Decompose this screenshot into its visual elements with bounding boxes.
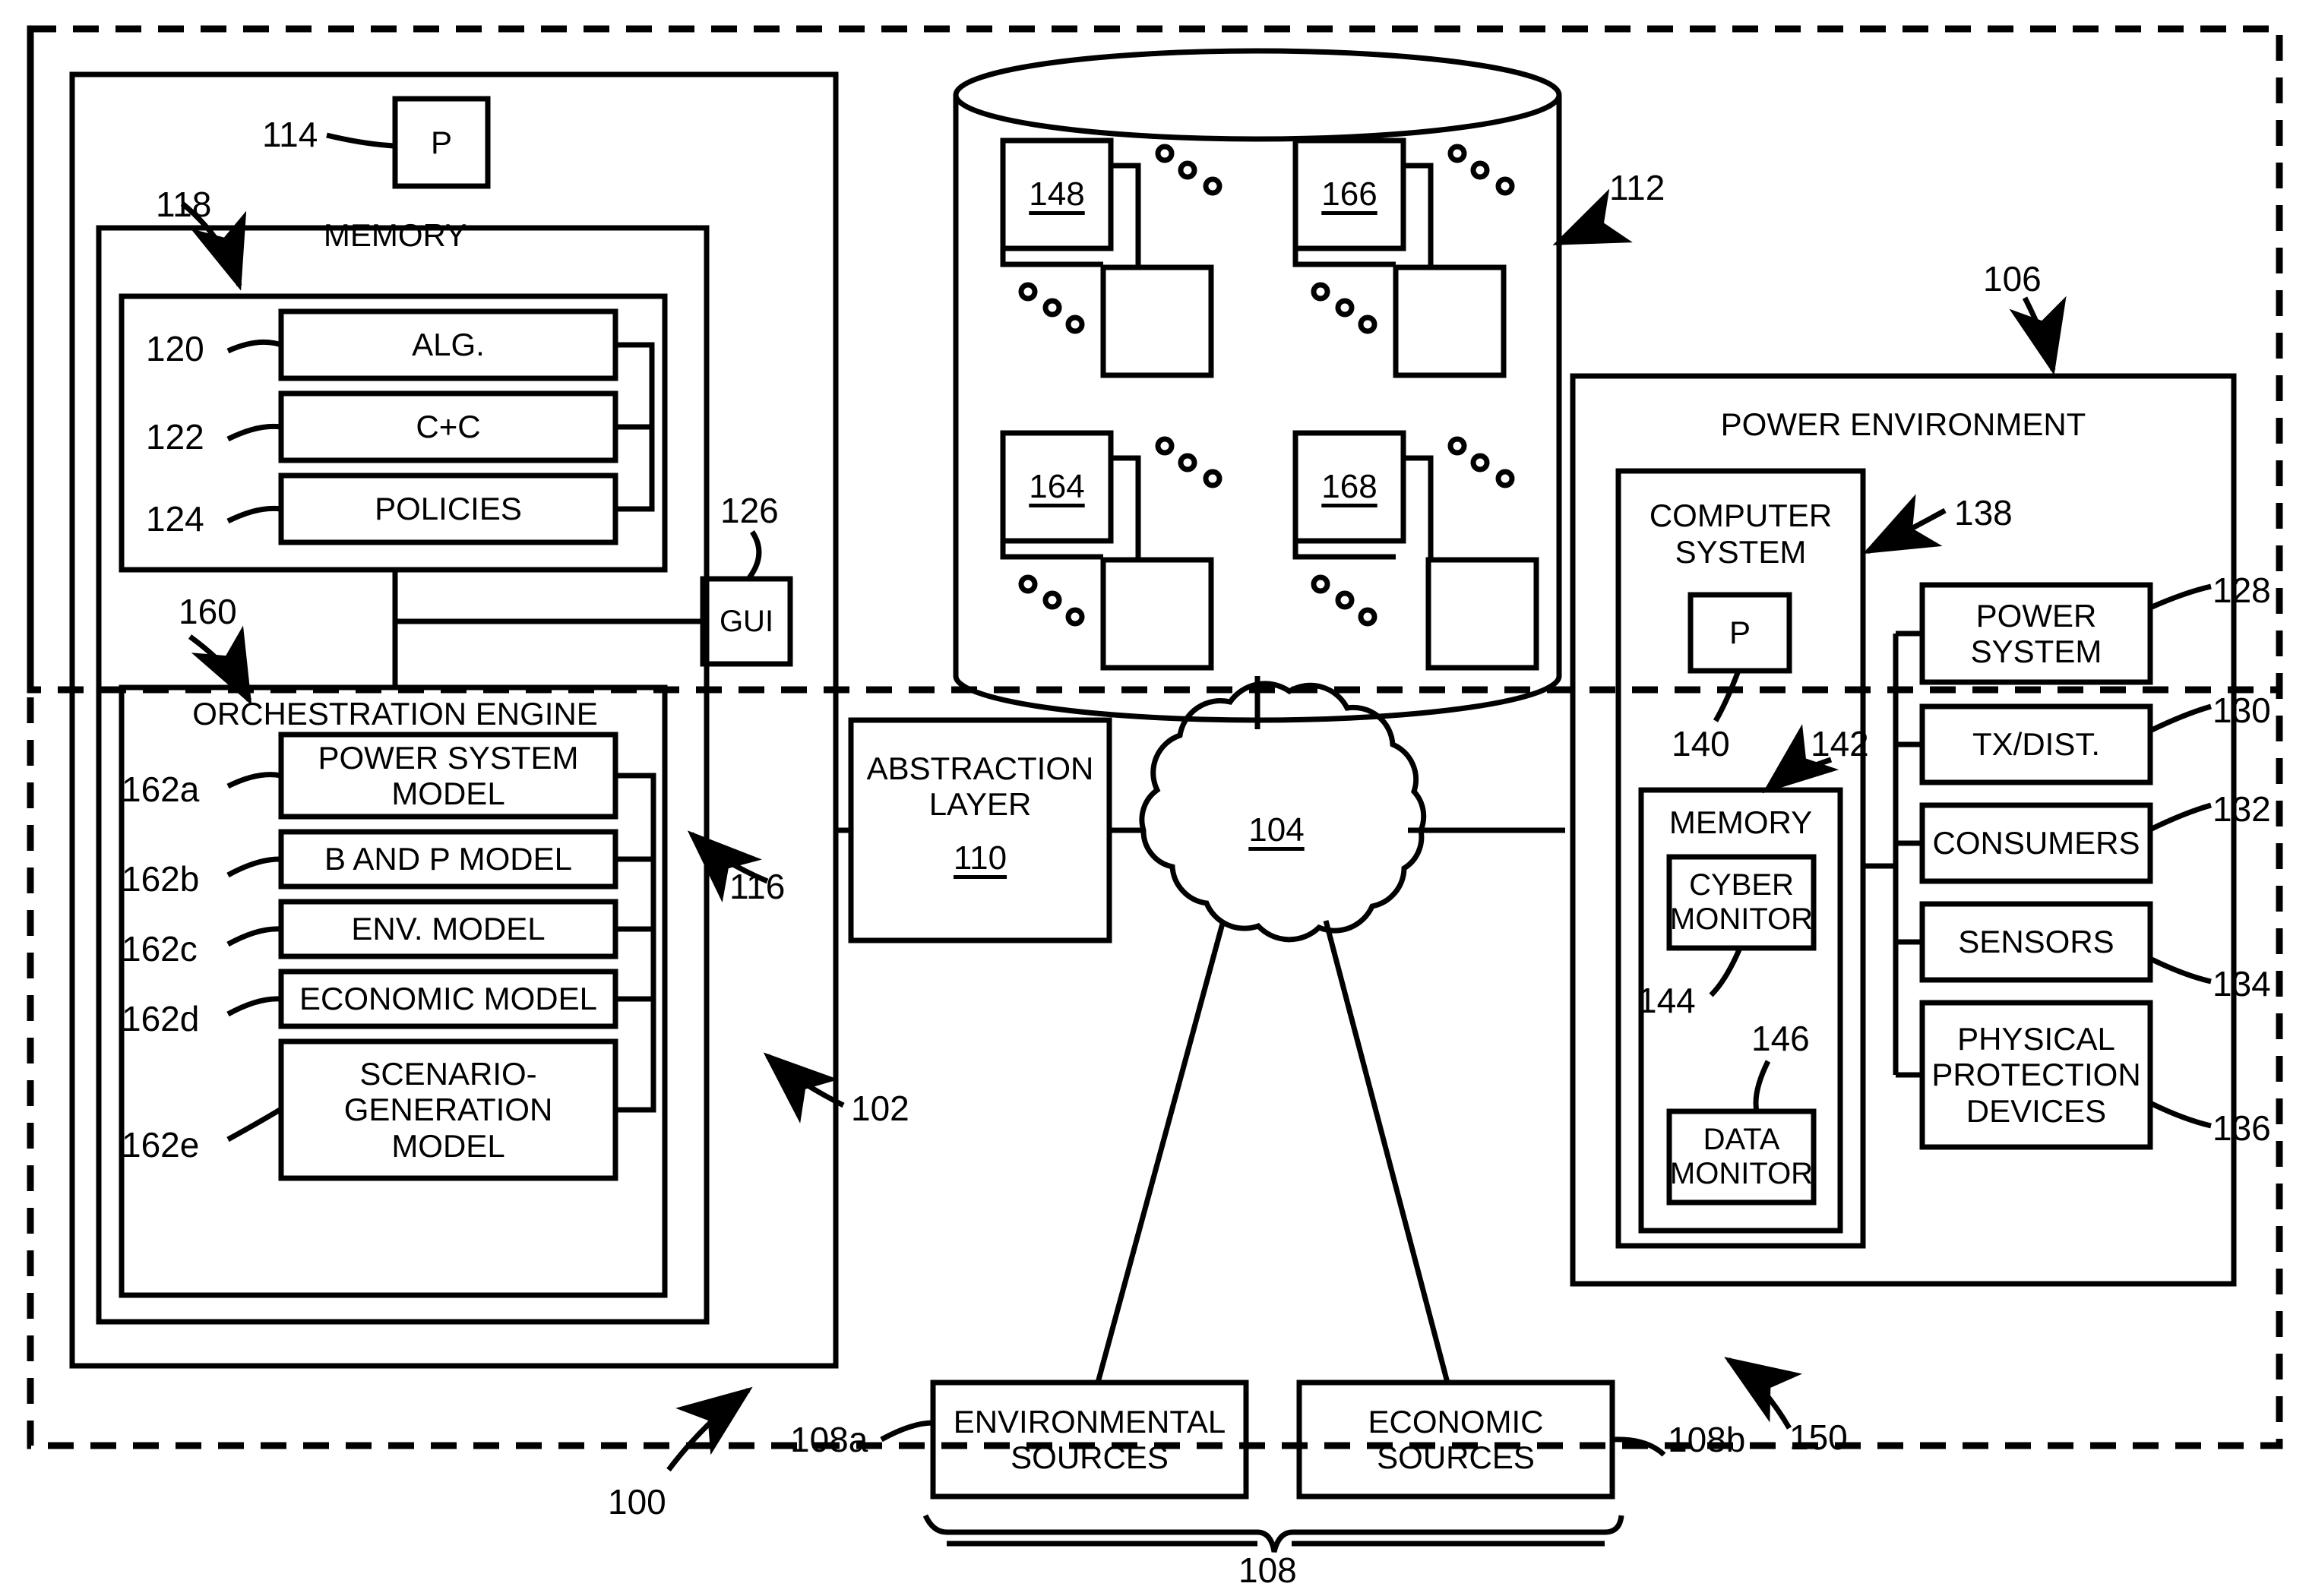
ref-120: 120 <box>146 329 204 368</box>
ref-112: 112 <box>1609 168 1665 207</box>
ref-122: 122 <box>146 417 204 457</box>
ref-106: 106 <box>1983 259 2042 299</box>
ref-108: 108 <box>1238 1550 1297 1590</box>
ref-116: 116 <box>729 867 786 906</box>
ref-140: 140 <box>1672 724 1730 763</box>
patent-figure: P 114 MEMORY 118 ALG. 120 C+C 122 POLICI… <box>0 0 2309 1596</box>
ref-162d: 162d <box>122 999 200 1038</box>
ref-162c: 162c <box>122 929 198 969</box>
ref-108a: 108a <box>790 1420 868 1459</box>
ref-118: 118 <box>156 185 212 224</box>
ref-142: 142 <box>1811 724 1869 763</box>
ref-114: 114 <box>262 115 318 154</box>
ref-102: 102 <box>851 1089 909 1128</box>
ref-128: 128 <box>2213 570 2271 610</box>
ref-162e: 162e <box>122 1125 200 1165</box>
ref-150: 150 <box>1789 1417 1848 1457</box>
ref-124: 124 <box>146 499 204 539</box>
ref-100: 100 <box>608 1482 666 1522</box>
ref-134: 134 <box>2213 964 2271 1003</box>
ref-108b: 108b <box>1668 1420 1746 1459</box>
diagram-lines <box>27 25 2283 1553</box>
ref-138: 138 <box>1954 493 2013 533</box>
ref-144: 144 <box>1637 981 1696 1020</box>
ref-126: 126 <box>720 491 779 530</box>
ref-132: 132 <box>2213 789 2271 829</box>
ref-162b: 162b <box>122 859 200 899</box>
ref-160: 160 <box>179 592 237 631</box>
ref-146: 146 <box>1751 1019 1810 1058</box>
ref-130: 130 <box>2213 691 2271 730</box>
ref-162a: 162a <box>122 770 200 809</box>
ref-136: 136 <box>2213 1108 2271 1148</box>
